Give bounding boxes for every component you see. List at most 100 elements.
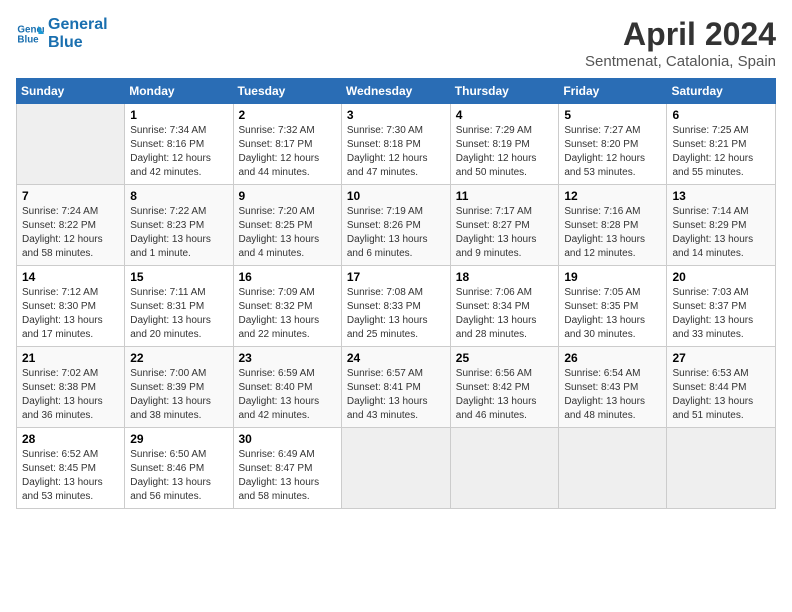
day-info: Sunrise: 7:08 AMSunset: 8:33 PMDaylight:… [347,286,445,342]
day-info: Sunrise: 7:00 AMSunset: 8:39 PMDaylight:… [130,367,227,423]
calendar-cell: 27 Sunrise: 6:53 AMSunset: 8:44 PMDaylig… [667,347,776,428]
calendar-cell: 6 Sunrise: 7:25 AMSunset: 8:21 PMDayligh… [667,104,776,185]
day-number: 25 [456,351,554,365]
calendar-cell: 1 Sunrise: 7:34 AMSunset: 8:16 PMDayligh… [125,104,233,185]
day-info: Sunrise: 7:02 AMSunset: 8:38 PMDaylight:… [22,367,119,423]
day-number: 9 [239,189,336,203]
calendar-header: SundayMondayTuesdayWednesdayThursdayFrid… [17,79,776,104]
calendar-cell: 26 Sunrise: 6:54 AMSunset: 8:43 PMDaylig… [559,347,667,428]
day-number: 1 [130,108,227,122]
calendar-cell: 4 Sunrise: 7:29 AMSunset: 8:19 PMDayligh… [450,104,559,185]
day-info: Sunrise: 7:32 AMSunset: 8:17 PMDaylight:… [239,124,336,180]
day-info: Sunrise: 7:19 AMSunset: 8:26 PMDaylight:… [347,205,445,261]
header-cell-tuesday: Tuesday [233,79,341,104]
calendar-cell: 20 Sunrise: 7:03 AMSunset: 8:37 PMDaylig… [667,266,776,347]
day-number: 2 [239,108,336,122]
day-info: Sunrise: 7:20 AMSunset: 8:25 PMDaylight:… [239,205,336,261]
day-number: 29 [130,432,227,446]
calendar-cell: 14 Sunrise: 7:12 AMSunset: 8:30 PMDaylig… [17,266,125,347]
day-number: 24 [347,351,445,365]
day-info: Sunrise: 6:49 AMSunset: 8:47 PMDaylight:… [239,448,336,504]
day-info: Sunrise: 7:06 AMSunset: 8:34 PMDaylight:… [456,286,554,342]
calendar-cell: 15 Sunrise: 7:11 AMSunset: 8:31 PMDaylig… [125,266,233,347]
day-number: 13 [672,189,770,203]
header-cell-thursday: Thursday [450,79,559,104]
location: Sentmenat, Catalonia, Spain [585,53,776,70]
calendar-cell [450,428,559,509]
calendar-cell [559,428,667,509]
day-number: 18 [456,270,554,284]
header-cell-sunday: Sunday [17,79,125,104]
day-info: Sunrise: 7:11 AMSunset: 8:31 PMDaylight:… [130,286,227,342]
header-cell-friday: Friday [559,79,667,104]
day-info: Sunrise: 7:12 AMSunset: 8:30 PMDaylight:… [22,286,119,342]
week-row-1: 1 Sunrise: 7:34 AMSunset: 8:16 PMDayligh… [17,104,776,185]
day-info: Sunrise: 7:30 AMSunset: 8:18 PMDaylight:… [347,124,445,180]
day-number: 3 [347,108,445,122]
day-number: 11 [456,189,554,203]
logo: General Blue General Blue [16,16,108,51]
svg-text:Blue: Blue [17,34,39,45]
logo-text-general: General [48,16,108,34]
day-number: 20 [672,270,770,284]
day-number: 14 [22,270,119,284]
day-info: Sunrise: 7:29 AMSunset: 8:19 PMDaylight:… [456,124,554,180]
calendar-cell: 17 Sunrise: 7:08 AMSunset: 8:33 PMDaylig… [341,266,450,347]
calendar-cell: 13 Sunrise: 7:14 AMSunset: 8:29 PMDaylig… [667,185,776,266]
calendar-cell: 24 Sunrise: 6:57 AMSunset: 8:41 PMDaylig… [341,347,450,428]
calendar-cell: 10 Sunrise: 7:19 AMSunset: 8:26 PMDaylig… [341,185,450,266]
day-number: 12 [564,189,661,203]
day-number: 27 [672,351,770,365]
day-number: 15 [130,270,227,284]
day-info: Sunrise: 7:24 AMSunset: 8:22 PMDaylight:… [22,205,119,261]
calendar-cell: 16 Sunrise: 7:09 AMSunset: 8:32 PMDaylig… [233,266,341,347]
day-info: Sunrise: 7:05 AMSunset: 8:35 PMDaylight:… [564,286,661,342]
calendar-cell: 11 Sunrise: 7:17 AMSunset: 8:27 PMDaylig… [450,185,559,266]
logo-icon: General Blue [16,20,44,48]
day-number: 5 [564,108,661,122]
calendar-cell: 7 Sunrise: 7:24 AMSunset: 8:22 PMDayligh… [17,185,125,266]
calendar-cell: 19 Sunrise: 7:05 AMSunset: 8:35 PMDaylig… [559,266,667,347]
day-info: Sunrise: 7:27 AMSunset: 8:20 PMDaylight:… [564,124,661,180]
week-row-2: 7 Sunrise: 7:24 AMSunset: 8:22 PMDayligh… [17,185,776,266]
calendar-cell: 28 Sunrise: 6:52 AMSunset: 8:45 PMDaylig… [17,428,125,509]
calendar-table: SundayMondayTuesdayWednesdayThursdayFrid… [16,78,776,509]
day-number: 17 [347,270,445,284]
day-info: Sunrise: 7:14 AMSunset: 8:29 PMDaylight:… [672,205,770,261]
day-number: 7 [22,189,119,203]
header-cell-monday: Monday [125,79,233,104]
calendar-cell: 2 Sunrise: 7:32 AMSunset: 8:17 PMDayligh… [233,104,341,185]
week-row-5: 28 Sunrise: 6:52 AMSunset: 8:45 PMDaylig… [17,428,776,509]
day-number: 23 [239,351,336,365]
calendar-cell [667,428,776,509]
calendar-cell: 9 Sunrise: 7:20 AMSunset: 8:25 PMDayligh… [233,185,341,266]
week-row-3: 14 Sunrise: 7:12 AMSunset: 8:30 PMDaylig… [17,266,776,347]
calendar-cell: 5 Sunrise: 7:27 AMSunset: 8:20 PMDayligh… [559,104,667,185]
day-info: Sunrise: 7:03 AMSunset: 8:37 PMDaylight:… [672,286,770,342]
title-area: April 2024 Sentmenat, Catalonia, Spain [585,16,776,70]
header-cell-wednesday: Wednesday [341,79,450,104]
day-info: Sunrise: 6:57 AMSunset: 8:41 PMDaylight:… [347,367,445,423]
logo-text-blue: Blue [48,34,108,52]
calendar-cell: 25 Sunrise: 6:56 AMSunset: 8:42 PMDaylig… [450,347,559,428]
calendar-body: 1 Sunrise: 7:34 AMSunset: 8:16 PMDayligh… [17,104,776,509]
day-number: 16 [239,270,336,284]
calendar-cell: 30 Sunrise: 6:49 AMSunset: 8:47 PMDaylig… [233,428,341,509]
day-info: Sunrise: 7:22 AMSunset: 8:23 PMDaylight:… [130,205,227,261]
calendar-cell: 12 Sunrise: 7:16 AMSunset: 8:28 PMDaylig… [559,185,667,266]
day-number: 22 [130,351,227,365]
day-number: 10 [347,189,445,203]
calendar-cell: 23 Sunrise: 6:59 AMSunset: 8:40 PMDaylig… [233,347,341,428]
day-info: Sunrise: 6:54 AMSunset: 8:43 PMDaylight:… [564,367,661,423]
header: General Blue General Blue April 2024 Sen… [16,16,776,70]
month-year: April 2024 [585,16,776,53]
day-number: 30 [239,432,336,446]
day-info: Sunrise: 6:53 AMSunset: 8:44 PMDaylight:… [672,367,770,423]
day-info: Sunrise: 6:56 AMSunset: 8:42 PMDaylight:… [456,367,554,423]
day-number: 21 [22,351,119,365]
week-row-4: 21 Sunrise: 7:02 AMSunset: 8:38 PMDaylig… [17,347,776,428]
day-info: Sunrise: 7:34 AMSunset: 8:16 PMDaylight:… [130,124,227,180]
calendar-cell [341,428,450,509]
calendar-cell: 29 Sunrise: 6:50 AMSunset: 8:46 PMDaylig… [125,428,233,509]
calendar-cell: 18 Sunrise: 7:06 AMSunset: 8:34 PMDaylig… [450,266,559,347]
